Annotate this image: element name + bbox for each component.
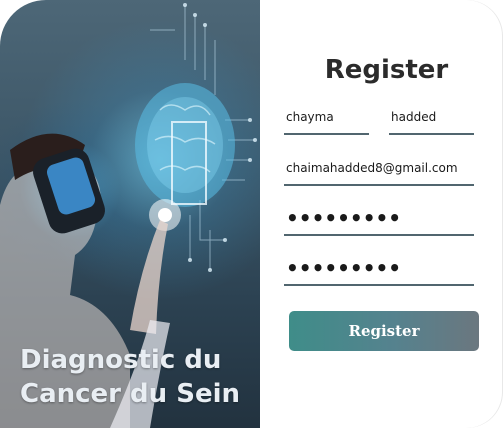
password-field[interactable] — [284, 202, 474, 236]
hero-title-line2: Cancer du Sein — [20, 379, 241, 409]
hero-title: Diagnostic du Cancer du Sein — [20, 343, 258, 411]
last-name-input[interactable] — [389, 101, 474, 133]
form-title: Register — [324, 55, 449, 85]
email-field[interactable] — [284, 152, 474, 186]
register-button[interactable]: Register — [289, 311, 479, 351]
confirm-password-field[interactable] — [284, 252, 474, 286]
hero-panel: Diagnostic du Cancer du Sein — [0, 0, 260, 428]
first-name-input[interactable] — [284, 101, 369, 133]
confirm-password-input[interactable] — [284, 252, 474, 284]
email-input[interactable] — [284, 152, 474, 184]
first-name-field[interactable] — [284, 101, 369, 135]
last-name-field[interactable] — [389, 101, 474, 135]
password-input[interactable] — [284, 202, 474, 234]
register-card: Diagnostic du Cancer du Sein Register Re… — [0, 0, 503, 428]
hero-title-line1: Diagnostic du — [20, 345, 222, 375]
